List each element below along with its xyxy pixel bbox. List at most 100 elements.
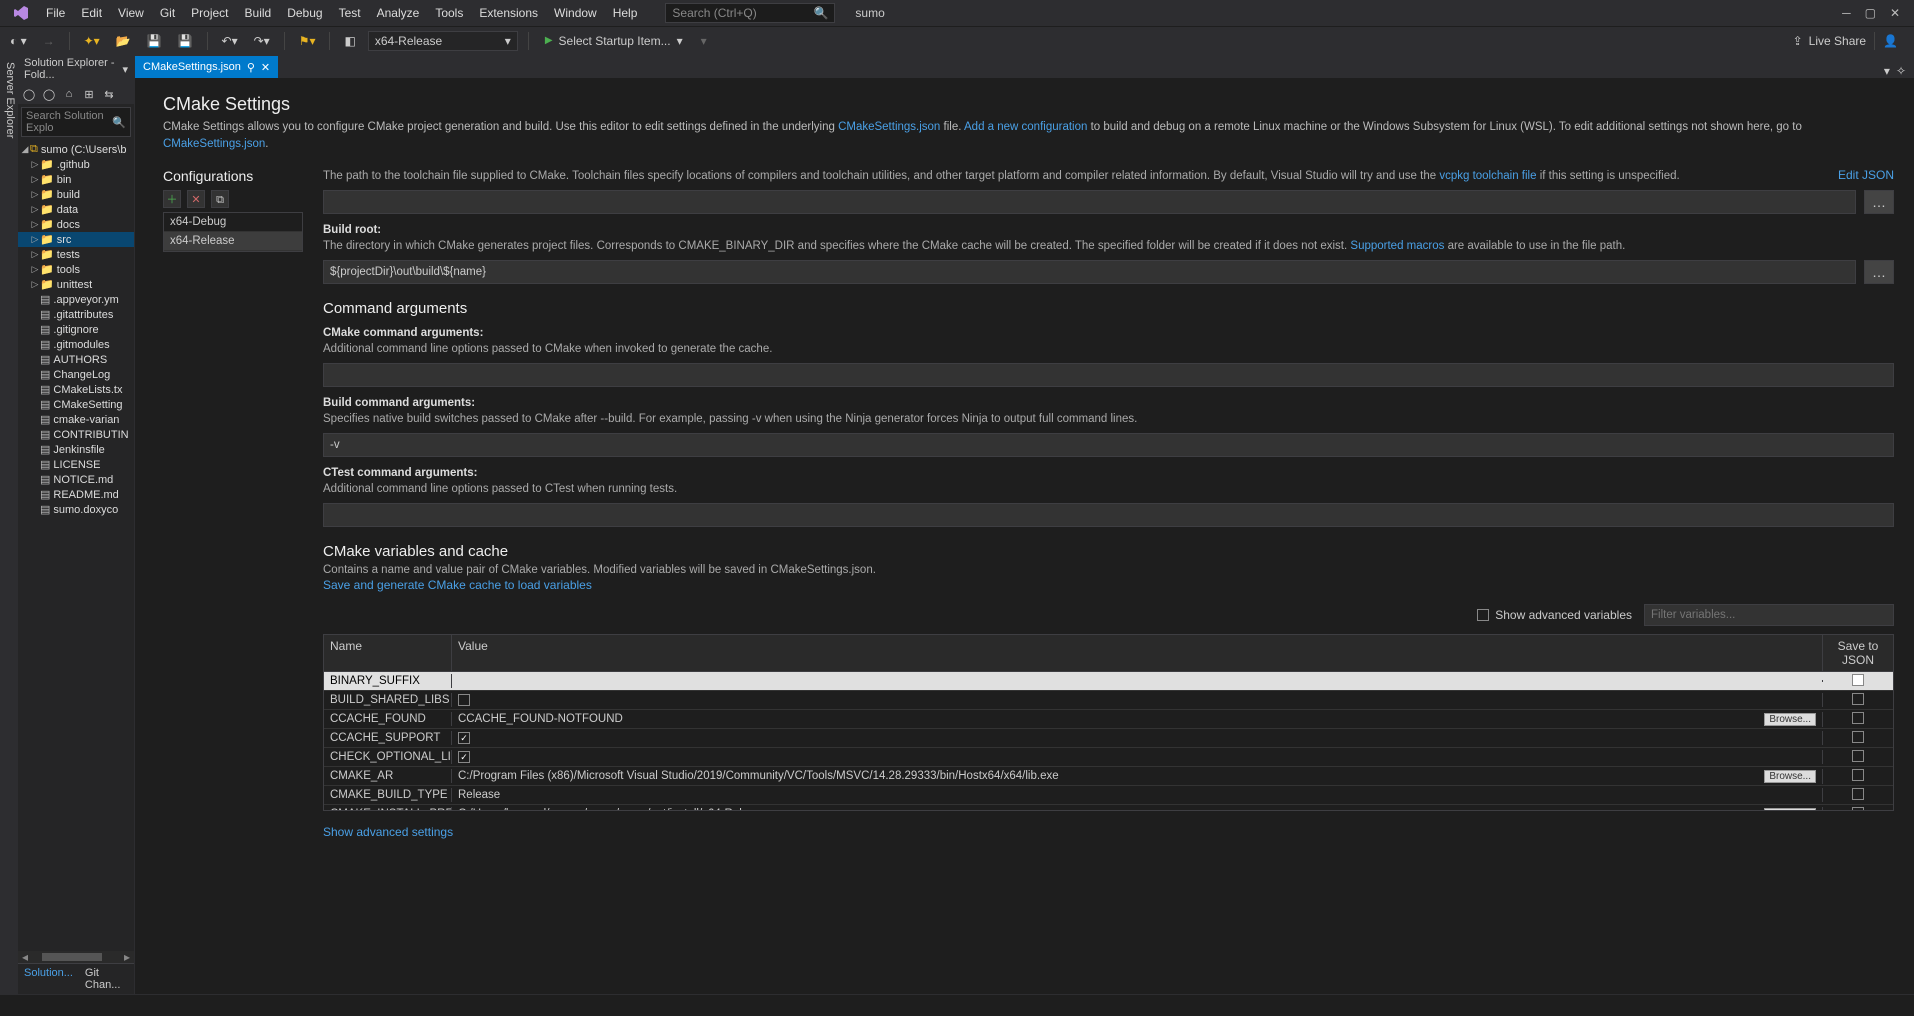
- bottom-tab[interactable]: Git Chan...: [79, 964, 134, 994]
- split-dropdown[interactable]: ▾: [697, 32, 711, 50]
- ctest-args-input[interactable]: [323, 503, 1894, 527]
- solution-search-input[interactable]: Search Solution Explo 🔍: [21, 107, 131, 137]
- menu-project[interactable]: Project: [183, 2, 236, 24]
- dropdown-icon[interactable]: ▾: [122, 63, 128, 76]
- save-all-button[interactable]: 💾: [174, 32, 197, 50]
- vcpkg-link[interactable]: vcpkg toolchain file: [1439, 170, 1536, 182]
- value-checkbox[interactable]: [458, 751, 470, 763]
- pin-icon[interactable]: ⚲: [247, 61, 255, 74]
- cmakesettings-link[interactable]: CMakeSettings.json: [838, 121, 940, 133]
- menu-extensions[interactable]: Extensions: [471, 2, 546, 24]
- redo-button[interactable]: ↷▾: [250, 32, 274, 50]
- document-tab[interactable]: CMakeSettings.json ⚲ ✕: [135, 56, 278, 78]
- tree-item[interactable]: ▤NOTICE.md: [18, 472, 134, 487]
- save-checkbox[interactable]: [1852, 750, 1864, 762]
- tree-item[interactable]: ▤.appveyor.ym: [18, 292, 134, 307]
- liveshare-button[interactable]: Live Share: [1809, 34, 1866, 48]
- tree-item[interactable]: ▤CMakeLists.tx: [18, 382, 134, 397]
- save-checkbox[interactable]: [1852, 769, 1864, 781]
- config-item[interactable]: x64-Release: [164, 232, 302, 251]
- config-item[interactable]: x64-Debug: [164, 213, 302, 232]
- toolchain-browse-button[interactable]: …: [1864, 190, 1894, 214]
- supported-macros-link[interactable]: Supported macros: [1350, 240, 1444, 252]
- edit-json-link[interactable]: Edit JSON: [1838, 168, 1894, 182]
- open-button[interactable]: 📂: [112, 32, 135, 50]
- menu-tools[interactable]: Tools: [427, 2, 471, 24]
- browse-button[interactable]: Browse...: [1764, 713, 1816, 726]
- save-checkbox[interactable]: [1852, 712, 1864, 724]
- sync-icon[interactable]: ⇆: [102, 87, 116, 101]
- save-checkbox[interactable]: [1852, 674, 1864, 686]
- misc-button[interactable]: ◧: [340, 32, 359, 50]
- tree-item[interactable]: ▷📁data: [18, 202, 134, 217]
- menu-file[interactable]: File: [38, 2, 73, 24]
- save-button[interactable]: 💾: [143, 32, 166, 50]
- menu-edit[interactable]: Edit: [73, 2, 110, 24]
- nav-fwd-icon[interactable]: ◯: [42, 87, 56, 101]
- buildroot-browse-button[interactable]: …: [1864, 260, 1894, 284]
- tab-overflow-icon[interactable]: ▾: [1884, 64, 1890, 78]
- show-advanced-vars-checkbox[interactable]: Show advanced variables: [1477, 608, 1632, 622]
- tree-item[interactable]: ▤CONTRIBUTIN: [18, 427, 134, 442]
- horizontal-scrollbar[interactable]: ◂▸: [18, 951, 134, 963]
- startup-button[interactable]: ▶ Select Startup Item... ▾: [539, 34, 689, 48]
- tree-item[interactable]: ▤cmake-varian: [18, 412, 134, 427]
- build-args-input[interactable]: [323, 433, 1894, 457]
- save-checkbox[interactable]: [1852, 731, 1864, 743]
- new-button[interactable]: ✦▾: [80, 32, 104, 50]
- save-checkbox[interactable]: [1852, 788, 1864, 800]
- tree-item[interactable]: ▷📁bin: [18, 172, 134, 187]
- minimize-button[interactable]: ─: [1842, 6, 1851, 20]
- tree-item[interactable]: ▷📁.github: [18, 157, 134, 172]
- menu-debug[interactable]: Debug: [279, 2, 330, 24]
- menu-help[interactable]: Help: [605, 2, 646, 24]
- cmakesettings-link-2[interactable]: CMakeSettings.json: [163, 138, 265, 150]
- table-row[interactable]: CCACHE_SUPPORT: [324, 729, 1893, 748]
- tree-item[interactable]: ▤.gitmodules: [18, 337, 134, 352]
- tree-item[interactable]: ▷📁docs: [18, 217, 134, 232]
- col-header-save[interactable]: Save to JSON: [1823, 635, 1893, 671]
- switch-views-icon[interactable]: ⊞: [82, 87, 96, 101]
- save-checkbox[interactable]: [1852, 807, 1864, 811]
- table-row[interactable]: CMAKE_BUILD_TYPERelease: [324, 786, 1893, 805]
- side-tab-server-explorer[interactable]: Server Explorer: [2, 54, 18, 994]
- tree-item[interactable]: ▤CMakeSetting: [18, 397, 134, 412]
- tree-item[interactable]: ▷📁tools: [18, 262, 134, 277]
- add-configuration-link[interactable]: Add a new configuration: [964, 121, 1087, 133]
- tree-item[interactable]: ▤.gitattributes: [18, 307, 134, 322]
- save-checkbox[interactable]: [1852, 693, 1864, 705]
- col-header-value[interactable]: Value: [452, 635, 1823, 671]
- cmake-args-input[interactable]: [323, 363, 1894, 387]
- delete-config-button[interactable]: ✕: [187, 190, 205, 208]
- menu-analyze[interactable]: Analyze: [369, 2, 428, 24]
- tree-item[interactable]: ▤README.md: [18, 487, 134, 502]
- maximize-button[interactable]: ▢: [1865, 6, 1876, 20]
- close-button[interactable]: ✕: [1890, 6, 1900, 20]
- tree-item[interactable]: ▤.gitignore: [18, 322, 134, 337]
- side-tab-toolbox[interactable]: Toolbox: [0, 54, 2, 994]
- tab-more-icon[interactable]: ✧: [1896, 64, 1906, 78]
- config-select[interactable]: x64-Release▾: [368, 31, 518, 51]
- save-generate-cache-link[interactable]: Save and generate CMake cache to load va…: [323, 578, 592, 592]
- home-icon[interactable]: ⌂: [62, 87, 76, 101]
- value-checkbox[interactable]: [458, 732, 470, 744]
- menu-build[interactable]: Build: [237, 2, 280, 24]
- table-row[interactable]: BUILD_SHARED_LIBS: [324, 691, 1893, 710]
- table-row[interactable]: CHECK_OPTIONAL_LIBS: [324, 748, 1893, 767]
- nav-button[interactable]: ⚑▾: [295, 32, 320, 50]
- table-row[interactable]: CMAKE_INSTALL_PREFIXC:/Users/bans_ol/sou…: [324, 805, 1893, 810]
- show-advanced-settings-link[interactable]: Show advanced settings: [323, 825, 453, 839]
- add-config-button[interactable]: ＋: [163, 190, 181, 208]
- menu-view[interactable]: View: [110, 2, 152, 24]
- browse-button[interactable]: Browse...: [1764, 770, 1816, 783]
- table-row[interactable]: BINARY_SUFFIX: [324, 672, 1893, 691]
- browse-button[interactable]: Browse...: [1764, 808, 1816, 811]
- tree-item[interactable]: ▷📁build: [18, 187, 134, 202]
- table-row[interactable]: CMAKE_ARC:/Program Files (x86)/Microsoft…: [324, 767, 1893, 786]
- value-checkbox[interactable]: [458, 694, 470, 706]
- back-button[interactable]: ◐ ▾: [6, 32, 31, 50]
- tree-item[interactable]: ▷📁unittest: [18, 277, 134, 292]
- table-row[interactable]: CCACHE_FOUNDCCACHE_FOUND-NOTFOUNDBrowse.…: [324, 710, 1893, 729]
- tree-item[interactable]: ▷📁tests: [18, 247, 134, 262]
- tree-item[interactable]: ▤ChangeLog: [18, 367, 134, 382]
